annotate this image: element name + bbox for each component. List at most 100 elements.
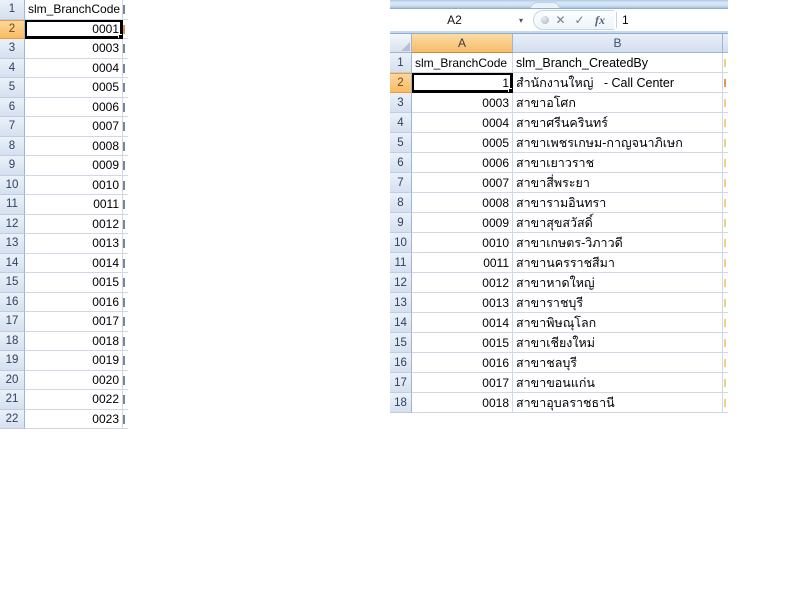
cell[interactable]: 0019 (25, 351, 123, 371)
enter-button[interactable]: ✓ (572, 12, 587, 28)
row-header[interactable]: 14 (390, 313, 412, 333)
cell-b[interactable]: สาขาเพชรเกษม-กาญจนาภิเษก (513, 133, 723, 153)
cell-b[interactable]: สาขาหาดใหญ่ (513, 273, 723, 293)
column-header-a[interactable]: A (412, 34, 513, 53)
row-header[interactable]: 11 (390, 253, 412, 273)
row-header[interactable]: 5 (390, 133, 412, 153)
cell-b[interactable]: สาขาพิษณุโลก (513, 313, 723, 333)
cell-a[interactable]: 0007 (412, 173, 513, 193)
cell-b[interactable]: สาขาชลบุรี (513, 353, 723, 373)
column-header-b[interactable]: B (513, 34, 723, 53)
row-header[interactable]: 19 (0, 351, 25, 371)
row-header[interactable]: 9 (390, 213, 412, 233)
row-header[interactable]: 8 (390, 193, 412, 213)
row-header[interactable]: 16 (390, 353, 412, 373)
cell[interactable]: 0008 (25, 136, 123, 156)
cell[interactable]: 0009 (25, 156, 123, 176)
row-header[interactable]: 12 (0, 214, 25, 234)
cell[interactable]: 0001 (25, 19, 123, 39)
name-box-dropdown-icon[interactable]: ▾ (519, 16, 533, 25)
cell-b[interactable]: สำนักงานใหญ่ - Call Center (513, 73, 723, 93)
cell-b[interactable]: สาขารามอินทรา (513, 193, 723, 213)
cell[interactable]: 0007 (25, 117, 123, 137)
cell[interactable]: 0004 (25, 58, 123, 78)
cell[interactable]: 0013 (25, 234, 123, 254)
row-header[interactable]: 16 (0, 292, 25, 312)
cell[interactable]: 0011 (25, 195, 123, 215)
row-header[interactable]: 17 (0, 312, 25, 332)
cell-b[interactable]: สาขาเชียงใหม่ (513, 333, 723, 353)
row-header[interactable]: 1 (390, 53, 412, 73)
row-header[interactable]: 3 (0, 39, 25, 59)
cell[interactable]: 0006 (25, 97, 123, 117)
cell-a[interactable]: slm_BranchCode (412, 53, 513, 73)
cell-b[interactable]: สาขาราชบุรี (513, 293, 723, 313)
row-header[interactable]: 12 (390, 273, 412, 293)
cell-a[interactable]: 0016 (412, 353, 513, 373)
cell-a[interactable]: 0014 (412, 313, 513, 333)
cell-b[interactable]: สาขาเกษตร-วิภาวดี (513, 233, 723, 253)
formula-input[interactable]: 1 (622, 13, 629, 27)
row-header[interactable]: 9 (0, 156, 25, 176)
cell-a[interactable]: 0004 (412, 113, 513, 133)
row-header[interactable]: 8 (0, 136, 25, 156)
row-header[interactable]: 18 (390, 393, 412, 413)
row-header[interactable]: 15 (390, 333, 412, 353)
cell[interactable]: 0020 (25, 370, 123, 390)
cell[interactable]: 0005 (25, 78, 123, 98)
insert-function-button[interactable]: fx (591, 12, 609, 28)
cell[interactable]: 0003 (25, 39, 123, 59)
cell-b[interactable]: สาขาอุบลราชธานี (513, 393, 723, 413)
row-header[interactable]: 2 (0, 19, 25, 39)
cell-a[interactable]: 0011 (412, 253, 513, 273)
row-header[interactable]: 20 (0, 370, 25, 390)
row-header[interactable]: 13 (390, 293, 412, 313)
cell-a[interactable]: 0006 (412, 153, 513, 173)
cell-b[interactable]: สาขาสี่พระยา (513, 173, 723, 193)
cell-a[interactable]: 0005 (412, 133, 513, 153)
cell[interactable]: 0016 (25, 292, 123, 312)
row-header[interactable]: 21 (0, 390, 25, 410)
cell[interactable]: 0018 (25, 331, 123, 351)
name-box[interactable]: A2 (390, 9, 519, 31)
row-header[interactable]: 5 (0, 78, 25, 98)
row-header[interactable]: 3 (390, 93, 412, 113)
row-header[interactable]: 13 (0, 234, 25, 254)
cancel-button[interactable]: ✕ (553, 12, 568, 28)
row-header[interactable]: 18 (0, 331, 25, 351)
cell[interactable]: 0015 (25, 273, 123, 293)
row-header[interactable]: 4 (390, 113, 412, 133)
row-header[interactable]: 10 (390, 233, 412, 253)
row-header[interactable]: 15 (0, 273, 25, 293)
cell-a[interactable]: 0017 (412, 373, 513, 393)
row-header[interactable]: 6 (390, 153, 412, 173)
cell-a[interactable]: 1 (412, 73, 513, 93)
row-header[interactable]: 11 (0, 195, 25, 215)
row-header[interactable]: 22 (0, 409, 25, 429)
cell[interactable]: 0022 (25, 390, 123, 410)
row-header[interactable]: 17 (390, 373, 412, 393)
cell[interactable]: 0023 (25, 409, 123, 429)
cell-a[interactable]: 0015 (412, 333, 513, 353)
cell-a[interactable]: 0010 (412, 233, 513, 253)
row-header[interactable]: 1 (0, 0, 25, 20)
row-header[interactable]: 14 (0, 253, 25, 273)
row-header[interactable]: 7 (0, 117, 25, 137)
cell-a[interactable]: 0013 (412, 293, 513, 313)
cell-b[interactable]: สาขาศรีนครินทร์ (513, 113, 723, 133)
cell-b[interactable]: สาขานครราชสีมา (513, 253, 723, 273)
cell-b[interactable]: สาขาเยาวราช (513, 153, 723, 173)
cell-a[interactable]: 0009 (412, 213, 513, 233)
cell[interactable]: 0014 (25, 253, 123, 273)
row-header[interactable]: 10 (0, 175, 25, 195)
row-header[interactable]: 4 (0, 58, 25, 78)
cell[interactable]: slm_BranchCode (25, 0, 123, 20)
cell[interactable]: 0010 (25, 175, 123, 195)
row-header[interactable]: 6 (0, 97, 25, 117)
cell[interactable]: 0012 (25, 214, 123, 234)
cell-a[interactable]: 0018 (412, 393, 513, 413)
cell-a[interactable]: 0008 (412, 193, 513, 213)
select-all-corner[interactable] (390, 34, 412, 53)
cell-b[interactable]: สาขาอโศก (513, 93, 723, 113)
cell-b[interactable]: สาขาสุขสวัสดิ์ (513, 213, 723, 233)
